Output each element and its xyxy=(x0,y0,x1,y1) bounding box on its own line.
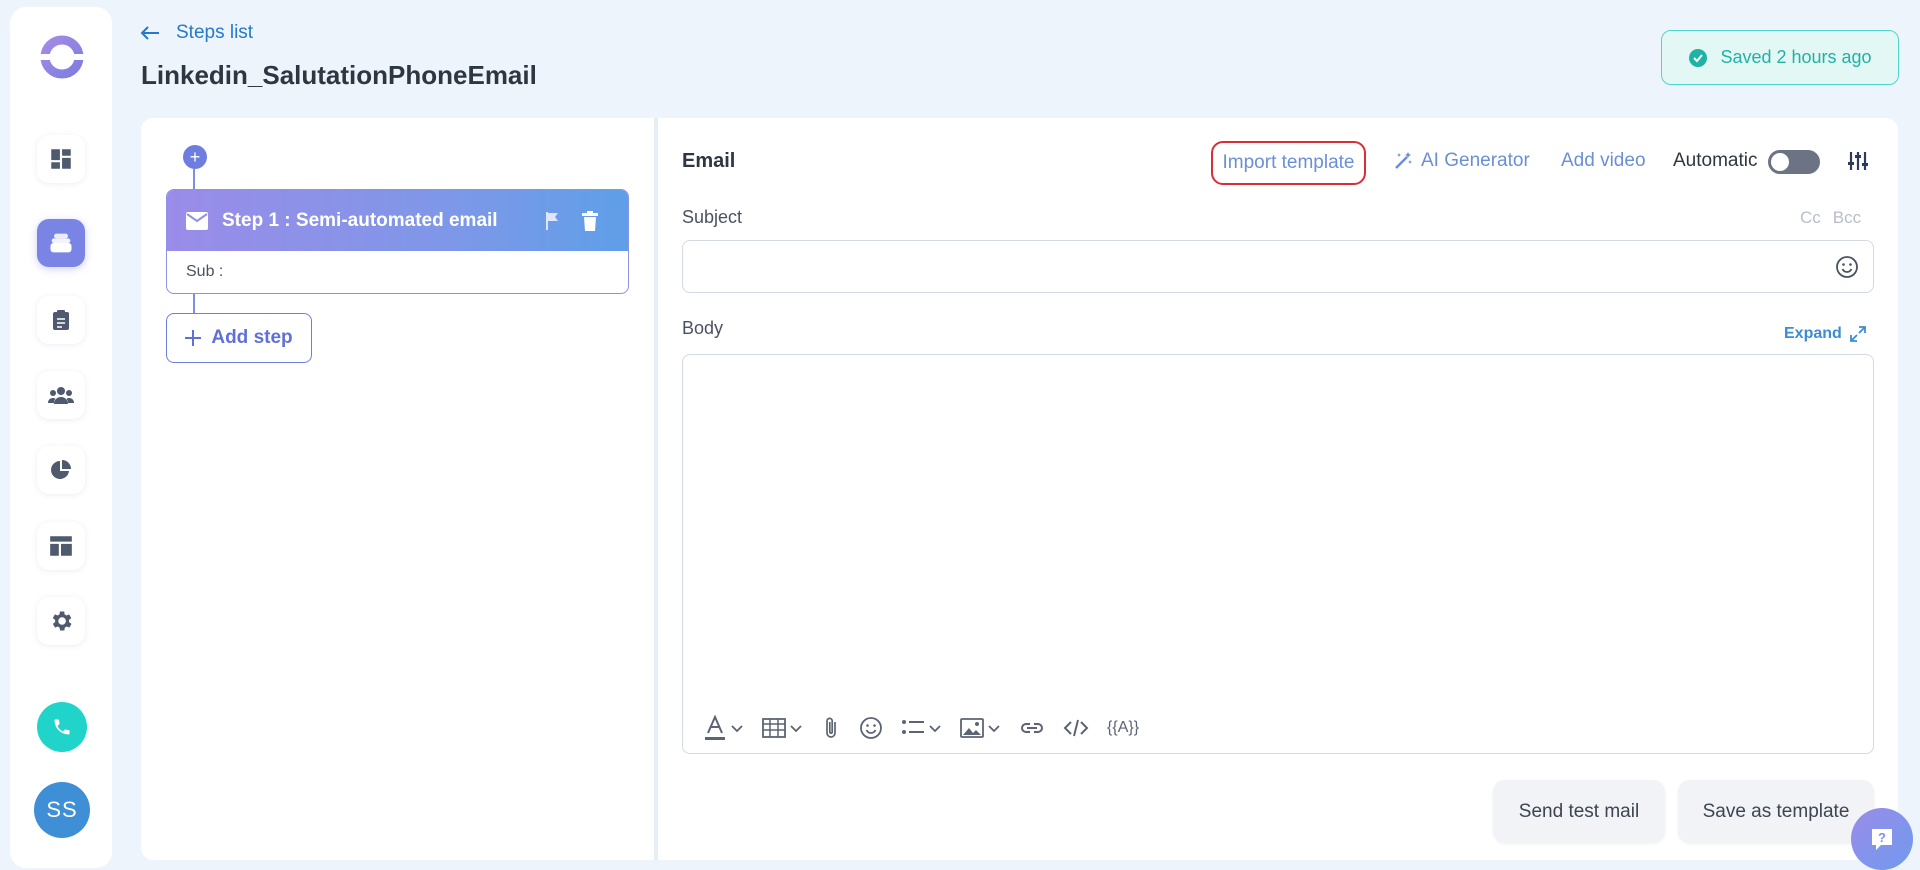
bcc-button[interactable]: Bcc xyxy=(1833,208,1861,228)
expand-label: Expand xyxy=(1784,325,1842,342)
code-tool[interactable] xyxy=(1057,716,1095,740)
clipboard-icon xyxy=(53,310,69,330)
saved-status-badge: Saved 2 hours ago xyxy=(1661,30,1899,85)
check-circle-icon xyxy=(1689,48,1708,67)
list-tool[interactable] xyxy=(895,716,948,740)
editor-settings-button[interactable] xyxy=(1847,150,1869,177)
add-video-button[interactable]: Add video xyxy=(1561,150,1646,172)
step-subject-preview: Sub : xyxy=(186,263,224,280)
pie-chart-icon xyxy=(51,460,71,479)
chevron-down-icon xyxy=(790,725,802,733)
arrow-left-icon xyxy=(140,26,159,40)
import-template-button[interactable]: Import template xyxy=(1211,141,1366,185)
add-step-button[interactable]: Add step xyxy=(166,313,312,363)
back-link-label: Steps list xyxy=(176,22,254,43)
send-test-mail-button[interactable]: Send test mail xyxy=(1493,780,1665,843)
stack-icon xyxy=(50,233,72,253)
insert-step-top-button[interactable]: + xyxy=(183,145,207,169)
step-card[interactable]: Step 1 : Semi-automated email Sub : xyxy=(166,189,629,294)
step-connector xyxy=(193,169,195,189)
body-label: Body xyxy=(682,318,724,338)
step-title: Step 1 : Semi-automated email xyxy=(222,209,498,231)
step-connector xyxy=(193,294,195,313)
expand-arrows-icon xyxy=(1849,326,1866,342)
help-button[interactable]: ? xyxy=(1851,808,1913,870)
chevron-down-icon xyxy=(731,725,743,733)
variable-tool[interactable]: {{A}} xyxy=(1101,717,1145,739)
step-type-label: Email xyxy=(682,150,736,172)
emoji-tool[interactable] xyxy=(853,714,889,742)
link-tool[interactable] xyxy=(1013,717,1051,739)
chevron-down-icon xyxy=(988,725,1000,733)
plus-icon xyxy=(185,330,202,346)
ai-generator-button[interactable]: AI Generator xyxy=(1393,150,1530,172)
text-color-icon xyxy=(705,715,725,740)
automatic-label: Automatic xyxy=(1673,150,1758,171)
layout-icon xyxy=(50,536,72,556)
phone-icon xyxy=(54,719,70,735)
subject-label: Subject xyxy=(682,207,743,227)
sliders-icon xyxy=(1848,152,1868,170)
editor-toolbar: {{A}} xyxy=(697,713,1145,743)
sidebar-item-contacts[interactable] xyxy=(37,371,85,419)
automatic-toggle[interactable] xyxy=(1768,150,1820,174)
sidebar-item-sequences[interactable] xyxy=(37,219,85,267)
emoji-icon xyxy=(860,717,882,739)
sidebar: SS xyxy=(10,7,112,868)
brand-logo[interactable] xyxy=(38,33,86,81)
save-as-template-button[interactable]: Save as template xyxy=(1678,780,1874,843)
flag-icon[interactable] xyxy=(546,211,560,230)
sidebar-item-tasks[interactable] xyxy=(37,296,85,344)
table-tool[interactable] xyxy=(756,715,809,741)
saved-status-text: Saved 2 hours ago xyxy=(1720,47,1872,67)
question-icon: ? xyxy=(1872,829,1892,850)
expand-editor-button[interactable]: Expand xyxy=(1784,325,1866,343)
trash-icon[interactable] xyxy=(582,210,598,231)
body-editor[interactable]: {{A}} xyxy=(682,354,1874,754)
chevron-down-icon xyxy=(929,725,941,733)
sidebar-item-settings[interactable] xyxy=(37,597,85,645)
paperclip-icon xyxy=(826,717,836,738)
svg-text:?: ? xyxy=(1878,830,1886,845)
subject-field-wrapper xyxy=(682,240,1874,293)
ai-generator-label: AI Generator xyxy=(1421,150,1530,171)
attachment-tool[interactable] xyxy=(815,714,847,742)
envelope-icon xyxy=(186,211,208,230)
cc-button[interactable]: Cc xyxy=(1800,208,1821,228)
variable-label: {{A}} xyxy=(1107,719,1140,736)
step-card-header: Step 1 : Semi-automated email xyxy=(167,190,628,251)
magic-wand-icon xyxy=(1395,152,1412,169)
user-avatar[interactable]: SS xyxy=(34,782,90,838)
subject-input[interactable] xyxy=(683,241,1873,292)
gear-icon xyxy=(52,611,72,631)
bullet-list-icon xyxy=(902,720,924,734)
page-title: Linkedin_SalutationPhoneEmail xyxy=(141,60,537,90)
sidebar-item-templates[interactable] xyxy=(37,522,85,570)
link-icon xyxy=(1021,723,1043,733)
call-button[interactable] xyxy=(37,702,87,752)
emoji-icon[interactable] xyxy=(1835,255,1859,279)
dashboard-icon xyxy=(51,149,71,169)
text-color-tool[interactable] xyxy=(697,713,750,743)
cc-bcc-controls: Cc Bcc xyxy=(1800,208,1861,228)
people-icon xyxy=(48,387,74,404)
sidebar-item-reports[interactable] xyxy=(37,446,85,494)
code-icon xyxy=(1063,719,1089,737)
sidebar-item-dashboard[interactable] xyxy=(37,135,85,183)
add-step-label: Add step xyxy=(211,327,293,348)
back-to-steps-link[interactable]: Steps list xyxy=(140,22,253,44)
image-tool[interactable] xyxy=(954,715,1007,741)
table-icon xyxy=(762,718,786,738)
image-icon xyxy=(960,718,984,738)
